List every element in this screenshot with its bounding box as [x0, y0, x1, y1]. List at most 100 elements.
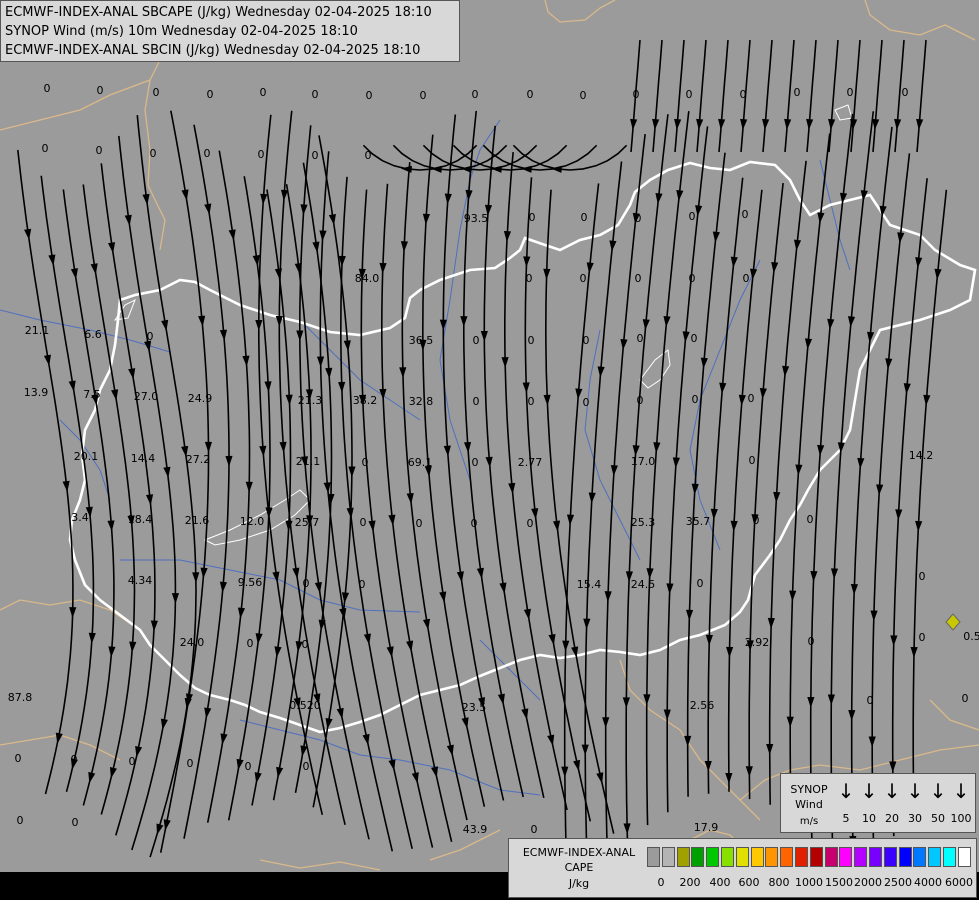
title-box: ECMWF-INDEX-ANAL SBCAPE (J/kg) Wednesday… [0, 0, 460, 62]
cape-value-label: 0 [207, 88, 214, 101]
cape-value-label: 0 [580, 272, 587, 285]
cape-value-label: 15.4 [577, 578, 602, 591]
cape-value-label: 0 [471, 517, 478, 530]
wind-legend-units: m/s [799, 816, 819, 827]
cape-color-swatch [721, 847, 734, 867]
cape-tick-label: 600 [738, 876, 760, 889]
cape-value-label: 0 [204, 147, 211, 160]
cape-value-label: 0 [302, 638, 309, 651]
cape-tick-label: 2000 [854, 876, 882, 889]
cape-value-label: 3.4 [71, 511, 89, 524]
cape-value-label: 0 [303, 760, 310, 773]
cape-value-label: 0 [808, 635, 815, 648]
cape-color-swatch [765, 847, 779, 867]
cape-value-label: 35.7 [686, 515, 711, 528]
cape-value-label: 0 [740, 88, 747, 101]
cape-value-label: 0 [17, 814, 24, 827]
cape-value-label: 0 [749, 454, 756, 467]
cape-color-swatch [735, 847, 749, 867]
cape-value-label: 12.0 [240, 515, 265, 528]
cape-value-label: 0 [147, 330, 154, 343]
wind-speed-label: 50 [931, 812, 945, 825]
cape-tick-label: 1000 [795, 876, 823, 889]
cape-value-label: 0 [366, 89, 373, 102]
cape-color-swatch [780, 847, 794, 867]
cape-value-label: 0 [637, 394, 644, 407]
cape-value-label: 0 [743, 272, 750, 285]
cape-value-label: 0 [580, 89, 587, 102]
cape-value-label: 0 [919, 570, 926, 583]
cape-value-label: 14.2 [909, 449, 934, 462]
cape-value-label: 0 [473, 395, 480, 408]
cape-value-label: 2.92 [745, 636, 770, 649]
cape-value-label: 21.1 [25, 324, 50, 337]
weather-map: 0 0 0 0 0 0 0 0 0 0 0 0 0 0 0 0 0 0 0 0 0 0 0 0 93.5 0 0 0 0 0 84.0 0 0 0… [0, 0, 979, 900]
cape-value-label: 0 [362, 456, 369, 469]
cape-value-label: 0 [528, 334, 535, 347]
cape-color-swatch [795, 847, 808, 867]
cape-value-label: 0 [742, 208, 749, 221]
cape-value-label: 0 [807, 513, 814, 526]
cape-value-label: 0 [962, 692, 969, 705]
down-arrow-icon: ↓ [883, 779, 901, 803]
cape-value-label: 84.0 [355, 272, 380, 285]
cape-value-label: 18.4 [128, 513, 153, 526]
cape-value-label: 0 [360, 516, 367, 529]
cape-legend-units: J/kg [568, 877, 590, 890]
cape-value-label: 0 [867, 694, 874, 707]
cape-color-swatch [869, 847, 882, 867]
cape-tick-label: 4000 [914, 876, 942, 889]
cape-value-label: 14.4 [131, 452, 156, 465]
cape-value-label: 2.77 [518, 456, 543, 469]
down-arrow-icon: ↓ [929, 779, 947, 803]
cape-value-label: 0 [187, 757, 194, 770]
cape-legend-field: CAPE [564, 861, 594, 874]
cape-color-swatch [706, 847, 720, 867]
cape-value-label: 0 [247, 637, 254, 650]
cape-value-label: 0 [96, 144, 103, 157]
cape-value-label: 0 [581, 211, 588, 224]
cape-value-label: 0 [258, 148, 265, 161]
cape-value-label: 43.9 [463, 823, 488, 836]
cape-tick-label: 1500 [825, 876, 853, 889]
wind-legend-subtitle: Wind [795, 798, 823, 811]
wind-legend: SYNOP Wind m/s ↓ 5 ↓ 10 ↓ 20 ↓ 30 ↓ 50 ↓ 100 [780, 773, 976, 833]
cape-value-label: 0 [902, 86, 909, 99]
cape-value-label: 0 [531, 823, 538, 836]
cape-value-label: 17.0 [631, 455, 656, 468]
cape-value-label: 21.6 [185, 514, 210, 527]
cape-value-label: 24.9 [188, 392, 213, 405]
cape-color-swatch [883, 847, 897, 867]
cape-value-label: 0 [794, 86, 801, 99]
down-arrow-icon: ↓ [952, 779, 970, 803]
cape-value-label: 13.9 [24, 386, 49, 399]
cape-tick-label: 800 [768, 876, 790, 889]
cape-value-label: 0 [633, 88, 640, 101]
cape-color-swatch [928, 847, 942, 867]
cape-legend: ECMWF-INDEX-ANAL CAPE J/kg 0 200 400 600 800… [508, 838, 977, 898]
cape-value-label: 0 [583, 396, 590, 409]
cape-value-label: 0 [71, 753, 78, 766]
cape-value-label: 32.8 [409, 395, 434, 408]
cape-value-label: 0 [686, 88, 693, 101]
cape-value-label: 0 [637, 332, 644, 345]
cape-value-label: 0 [365, 149, 372, 162]
cape-color-swatch [839, 847, 853, 867]
cape-value-label: 0 [583, 334, 590, 347]
cape-value-label: 0 [44, 82, 51, 95]
cape-value-label: 0 [312, 149, 319, 162]
cape-value-label: 0 [42, 142, 49, 155]
cape-color-swatch [913, 847, 927, 867]
cape-value-label: 0.520 [289, 699, 321, 712]
cape-value-label: 27.2 [186, 453, 211, 466]
cape-value-label: 0 [303, 577, 310, 590]
cape-value-label: 0 [847, 86, 854, 99]
cape-color-swatch [824, 847, 838, 867]
cape-value-label: 21.3 [298, 394, 323, 407]
cape-color-swatch [647, 847, 660, 867]
cape-value-label: 0 [529, 211, 536, 224]
cape-color-swatch [676, 847, 690, 867]
cape-value-label: 36.5 [409, 334, 434, 347]
cape-value-label: 25.7 [295, 516, 320, 529]
cape-value-label: 0 [635, 212, 642, 225]
